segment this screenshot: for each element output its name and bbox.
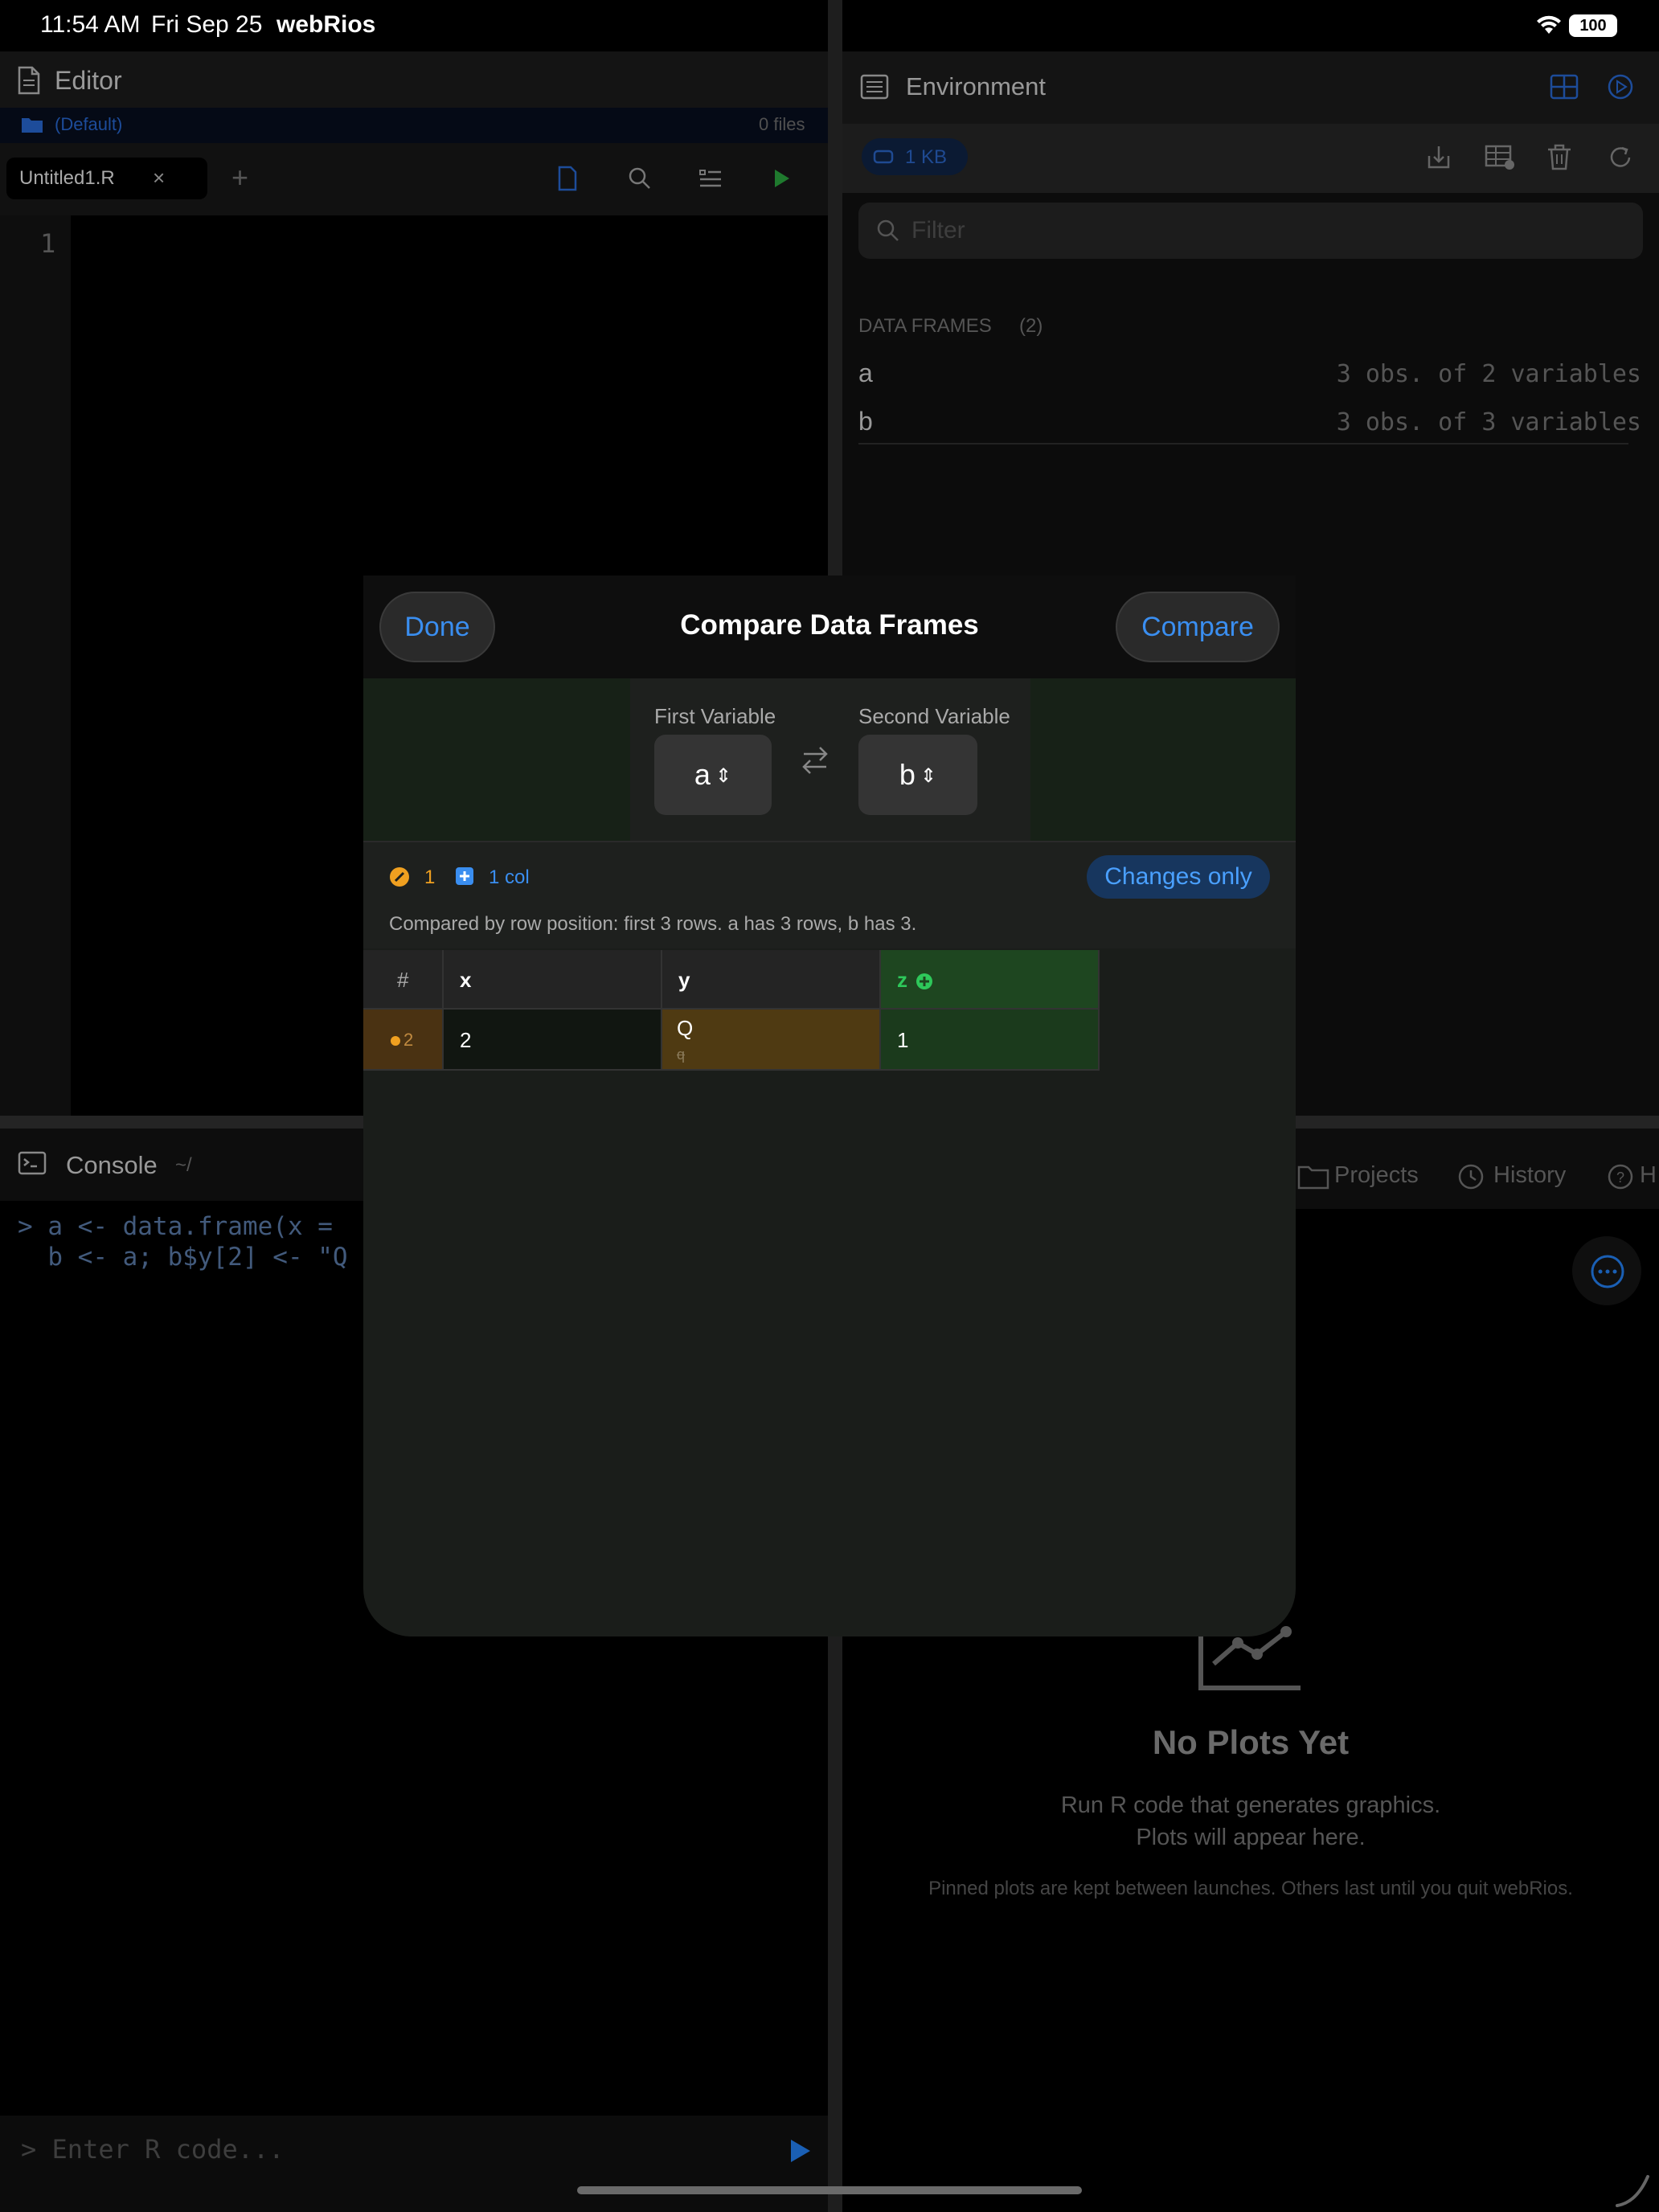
cell-y-changed: [662, 1010, 881, 1071]
status-time: 11:54 AM: [40, 11, 141, 38]
no-plots-subtitle: Plots will appear here.: [1136, 1825, 1366, 1850]
svg-text:?: ?: [1616, 1169, 1624, 1186]
console-line: b <- a; b$y[2] <- "Q: [18, 1243, 348, 1272]
console-path: ~/: [175, 1154, 192, 1176]
console-title: Console: [66, 1151, 158, 1179]
second-variable-value: b: [899, 758, 916, 791]
search-icon[interactable]: [625, 164, 654, 193]
list-icon: [860, 74, 889, 100]
battery-indicator: 100: [1569, 14, 1617, 37]
compare-button[interactable]: Compare: [1116, 592, 1280, 662]
line-gutter: [0, 215, 71, 1116]
folder-icon: [22, 118, 43, 133]
filter-input[interactable]: Filter: [911, 217, 965, 244]
wifi-icon: [1537, 15, 1561, 34]
row-index-cell: 2: [363, 1010, 444, 1071]
editor-title: Editor: [55, 66, 122, 95]
no-plots-note: Pinned plots are kept between launches. …: [928, 1878, 1573, 1899]
layout-grid-icon[interactable]: [1550, 74, 1579, 100]
cell-y-new-value: Q: [677, 1016, 694, 1040]
filter-field[interactable]: [858, 203, 1643, 259]
env-row-desc: 3 obs. of 2 variables: [1336, 360, 1641, 388]
document-icon: [18, 66, 40, 95]
changes-only-toggle[interactable]: Changes only: [1087, 855, 1270, 899]
no-plots-subtitle: Run R code that generates graphics.: [1060, 1792, 1441, 1818]
row-index: 2: [403, 1030, 414, 1050]
added-plus-icon: [916, 973, 932, 990]
search-icon: [877, 219, 899, 241]
added-columns-label: 1 col: [489, 866, 530, 888]
second-variable-label: Second Variable: [858, 704, 1010, 728]
data-frames-section-label: DATA FRAMES: [858, 315, 992, 337]
tab-history[interactable]: History: [1493, 1162, 1566, 1189]
trash-icon[interactable]: [1543, 141, 1575, 174]
changed-pencil-icon: [390, 867, 409, 887]
run-console-icon[interactable]: [789, 2138, 812, 2164]
tab-help[interactable]: H: [1640, 1162, 1657, 1189]
changed-dot-icon: [391, 1036, 400, 1047]
swap-icon[interactable]: [801, 743, 830, 778]
resize-handle-icon[interactable]: [1612, 2170, 1653, 2210]
second-variable-select[interactable]: b ⇕: [858, 735, 977, 815]
projects-folder-icon: [1297, 1165, 1329, 1190]
line-number: 1: [40, 228, 56, 259]
env-row-name[interactable]: b: [858, 407, 873, 436]
terminal-icon: [18, 1151, 47, 1175]
editor-header: [0, 51, 828, 108]
env-row-name[interactable]: a: [858, 358, 873, 388]
outline-icon[interactable]: [696, 164, 725, 193]
status-date: Fri Sep 25: [151, 11, 263, 38]
chevron-up-down-icon: ⇕: [920, 765, 937, 788]
console-line: > a <- data.frame(x =: [18, 1212, 333, 1241]
column-header-z: z: [881, 950, 1100, 1010]
help-icon: ?: [1608, 1164, 1633, 1190]
first-variable-value: a: [694, 758, 711, 791]
status-app-name: webRios: [276, 11, 376, 38]
cell-z-added: 1: [881, 1010, 1100, 1071]
memory-icon: [873, 150, 894, 164]
env-row-desc: 3 obs. of 3 variables: [1336, 408, 1641, 436]
first-variable-label: First Variable: [654, 704, 776, 728]
play-circle-icon[interactable]: [1606, 72, 1635, 101]
cell-x: 2: [444, 1010, 662, 1071]
new-file-icon[interactable]: [553, 164, 582, 193]
tab-projects[interactable]: Projects: [1334, 1162, 1419, 1189]
data-frames-count: (2): [1019, 315, 1043, 337]
tab-label[interactable]: Untitled1.R: [19, 167, 115, 190]
cell-y-old-value: q: [677, 1047, 686, 1063]
history-icon: [1458, 1164, 1484, 1190]
column-header-index: #: [363, 950, 444, 1010]
added-column-icon: [456, 867, 473, 885]
import-icon[interactable]: [1423, 141, 1455, 174]
divider: [858, 443, 1628, 444]
run-icon[interactable]: [767, 164, 796, 193]
changed-count: 1: [424, 866, 436, 888]
compare-note: Compared by row position: first 3 rows. …: [389, 913, 917, 935]
refresh-icon[interactable]: [1604, 141, 1636, 174]
home-indicator[interactable]: [577, 2186, 1082, 2194]
column-header-x: x: [444, 950, 662, 1010]
tab-close-icon[interactable]: ×: [153, 166, 165, 190]
environment-title: Environment: [906, 72, 1047, 100]
column-header-y: y: [662, 950, 881, 1010]
memory-label: 1 KB: [905, 146, 948, 168]
more-icon[interactable]: [1590, 1254, 1625, 1289]
folder-name[interactable]: (Default): [55, 114, 122, 135]
column-header-z-label: z: [897, 968, 907, 992]
chevron-up-down-icon: ⇕: [715, 765, 732, 788]
no-plots-title: No Plots Yet: [1152, 1723, 1350, 1761]
console-input[interactable]: > Enter R code...: [21, 2134, 285, 2165]
folder-bar[interactable]: [0, 108, 828, 143]
first-variable-select[interactable]: a ⇕: [654, 735, 772, 815]
file-count: 0 files: [759, 114, 805, 134]
table-settings-icon[interactable]: [1484, 141, 1516, 174]
add-tab-button[interactable]: +: [231, 161, 248, 195]
